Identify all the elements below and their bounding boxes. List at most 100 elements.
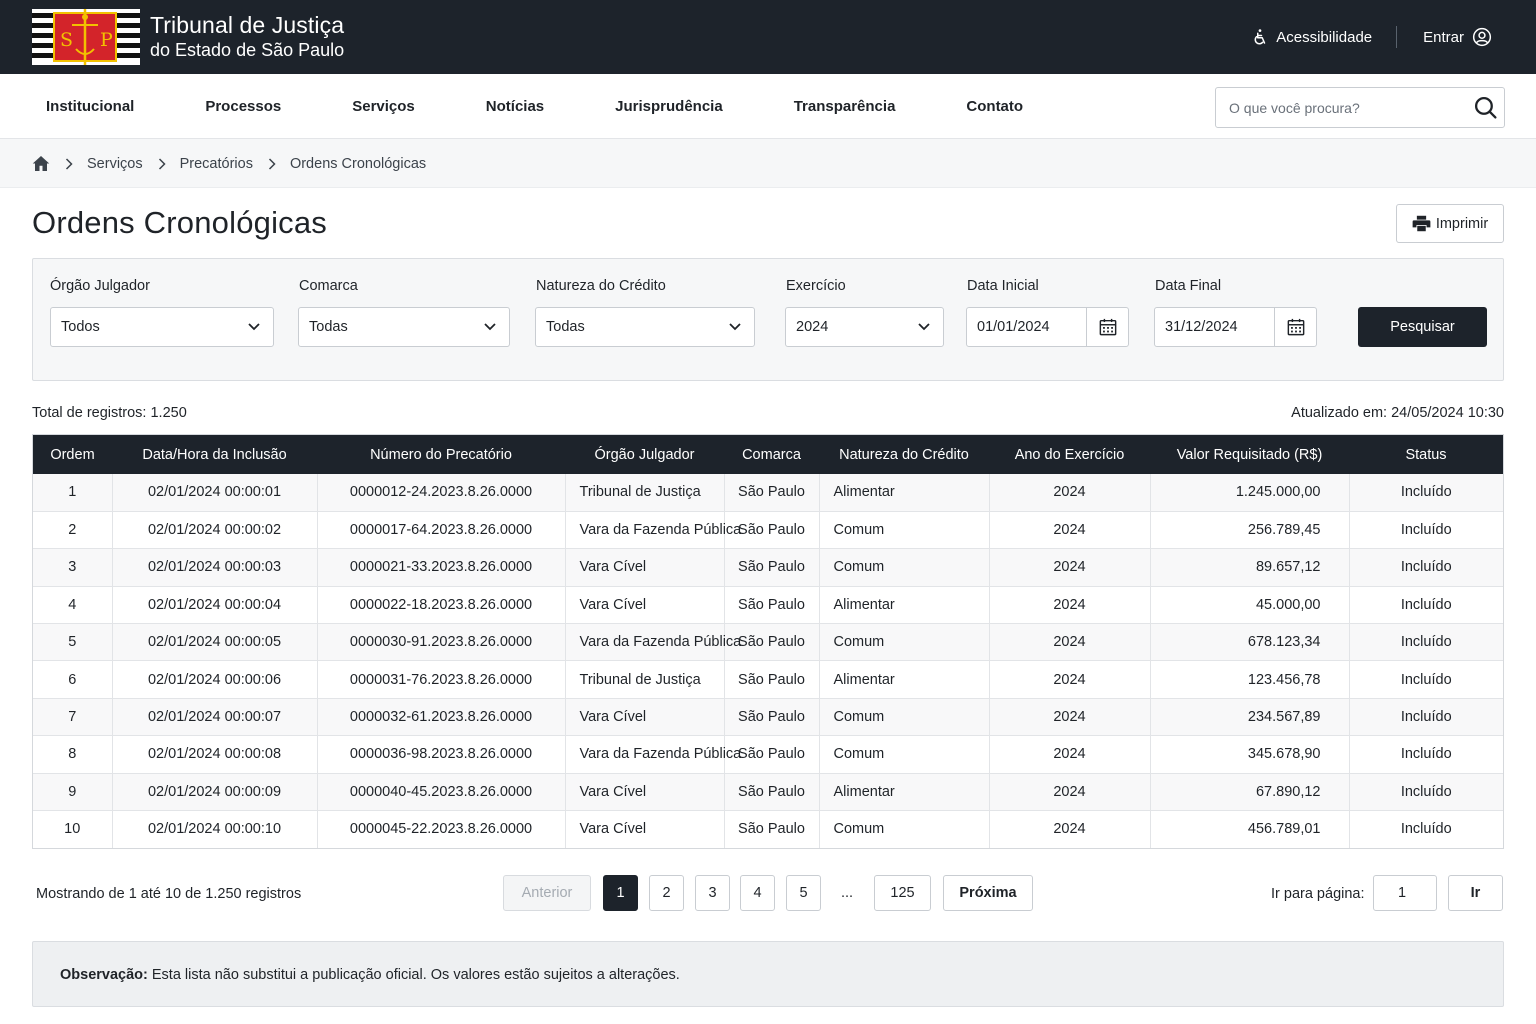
cell-natureza: Comum bbox=[819, 548, 990, 587]
orgao-value: Todos bbox=[61, 319, 100, 335]
cell-numero-precatorio: 0000021-33.2023.8.26.0000 bbox=[317, 548, 566, 587]
cell-data-hora: 02/01/2024 00:00:01 bbox=[112, 474, 318, 512]
cell-status: Incluído bbox=[1349, 660, 1503, 699]
main-nav: Institucional Processos Serviços Notícia… bbox=[0, 74, 1536, 139]
breadcrumb-home[interactable] bbox=[32, 155, 50, 172]
cell-data-hora: 02/01/2024 00:00:06 bbox=[112, 660, 318, 699]
cell-status: Incluído bbox=[1349, 735, 1503, 774]
cell-natureza: Comum bbox=[819, 510, 990, 549]
cell-ano: 2024 bbox=[989, 660, 1151, 699]
column-header[interactable]: Comarca bbox=[724, 435, 819, 474]
data-final-input[interactable] bbox=[1155, 308, 1275, 346]
column-header[interactable]: Órgão Julgador bbox=[565, 435, 724, 474]
page-button-1[interactable]: 1 bbox=[603, 875, 638, 911]
column-header[interactable]: Número do Precatório bbox=[317, 435, 565, 474]
cell-valor: 89.657,12 bbox=[1150, 548, 1350, 587]
natureza-select[interactable]: Todas bbox=[535, 307, 755, 347]
cell-orgao: Vara Cível bbox=[565, 772, 725, 811]
breadcrumb-servicos[interactable]: Serviços bbox=[87, 156, 143, 172]
search-button[interactable] bbox=[1473, 95, 1498, 123]
data-inicial-input[interactable] bbox=[967, 308, 1087, 346]
print-label: Imprimir bbox=[1435, 215, 1489, 232]
login-link[interactable]: Entrar bbox=[1423, 27, 1492, 47]
cell-orgao: Vara Cível bbox=[565, 697, 725, 736]
exercicio-select[interactable]: 2024 bbox=[785, 307, 944, 347]
page-button-last[interactable]: 125 bbox=[874, 875, 931, 911]
cell-valor: 67.890,12 bbox=[1150, 772, 1350, 811]
column-header[interactable]: Natureza do Crédito bbox=[819, 435, 989, 474]
cell-comarca: São Paulo bbox=[724, 697, 820, 736]
data-inicial-label: Data Inicial bbox=[967, 278, 1039, 294]
column-header[interactable]: Data/Hora da Inclusão bbox=[112, 435, 317, 474]
nav-item-servicos[interactable]: Serviços bbox=[352, 98, 415, 115]
cell-orgao: Vara da Fazenda Pública bbox=[565, 735, 741, 774]
cell-status: Incluído bbox=[1349, 623, 1503, 661]
cell-data-hora: 02/01/2024 00:00:02 bbox=[112, 510, 318, 549]
search-input[interactable] bbox=[1216, 88, 1466, 127]
cell-data-hora: 02/01/2024 00:00:03 bbox=[112, 548, 318, 587]
cell-comarca: São Paulo bbox=[724, 510, 820, 549]
page-button-4[interactable]: 4 bbox=[740, 875, 775, 911]
table-row: 8 02/01/2024 00:00:08 0000036-98.2023.8.26… bbox=[33, 735, 1503, 774]
nav-item-transparencia[interactable]: Transparência bbox=[794, 98, 896, 115]
prev-page-button[interactable]: Anterior bbox=[503, 875, 591, 911]
cell-valor: 678.123,34 bbox=[1150, 623, 1350, 661]
nav-item-contato[interactable]: Contato bbox=[966, 98, 1023, 115]
brand[interactable]: S P Tribunal de Justiça do Estado de São… bbox=[32, 9, 344, 65]
cell-numero-precatorio: 0000017-64.2023.8.26.0000 bbox=[317, 510, 566, 549]
cell-data-hora: 02/01/2024 00:00:10 bbox=[112, 810, 318, 848]
column-header[interactable]: Ordem bbox=[33, 435, 112, 474]
cell-valor: 234.567,89 bbox=[1150, 697, 1350, 736]
cell-comarca: São Paulo bbox=[724, 660, 820, 699]
data-final-calendar-button[interactable] bbox=[1274, 308, 1316, 346]
note-box: Observação: Esta lista não substitui a p… bbox=[32, 941, 1504, 1007]
cell-ano: 2024 bbox=[989, 474, 1151, 512]
goto-page-input[interactable] bbox=[1373, 875, 1437, 911]
chevron-down-icon bbox=[729, 323, 741, 331]
site-subtitle: do Estado de São Paulo bbox=[150, 40, 345, 61]
table-row: 6 02/01/2024 00:00:06 0000031-76.2023.8.26… bbox=[33, 660, 1503, 699]
pesquisar-button[interactable]: Pesquisar bbox=[1358, 307, 1487, 347]
cell-numero-precatorio: 0000031-76.2023.8.26.0000 bbox=[317, 660, 566, 699]
natureza-value: Todas bbox=[546, 319, 585, 335]
column-header[interactable]: Ano do Exercício bbox=[989, 435, 1150, 474]
nav-item-jurisprudencia[interactable]: Jurisprudência bbox=[615, 98, 723, 115]
column-header[interactable]: Status bbox=[1349, 435, 1503, 474]
nav-item-institucional[interactable]: Institucional bbox=[46, 98, 134, 115]
page-button-5[interactable]: 5 bbox=[786, 875, 821, 911]
cell-ano: 2024 bbox=[989, 735, 1151, 774]
nav-item-noticias[interactable]: Notícias bbox=[486, 98, 544, 115]
chevron-right-icon bbox=[65, 157, 73, 170]
orgao-select[interactable]: Todos bbox=[50, 307, 274, 347]
cell-orgao: Vara Cível bbox=[565, 810, 725, 848]
table-body: 1 02/01/2024 00:00:01 0000012-24.2023.8.26… bbox=[33, 474, 1503, 848]
nav-item-processos[interactable]: Processos bbox=[205, 98, 281, 115]
page-button-3[interactable]: 3 bbox=[695, 875, 730, 911]
cell-data-hora: 02/01/2024 00:00:05 bbox=[112, 623, 318, 661]
accessibility-link[interactable]: Acessibilidade bbox=[1251, 28, 1372, 46]
comarca-select[interactable]: Todas bbox=[298, 307, 510, 347]
cell-valor: 345.678,90 bbox=[1150, 735, 1350, 774]
total-records: Total de registros: 1.250 bbox=[32, 405, 187, 421]
header-divider bbox=[1396, 26, 1398, 48]
goto-page-button[interactable]: Ir bbox=[1448, 875, 1503, 911]
table-row: 7 02/01/2024 00:00:07 0000032-61.2023.8.26… bbox=[33, 697, 1503, 736]
breadcrumb-precatorios[interactable]: Precatórios bbox=[180, 156, 253, 172]
note-label: Observação: bbox=[60, 967, 148, 983]
cell-status: Incluído bbox=[1349, 772, 1503, 811]
cell-natureza: Alimentar bbox=[819, 772, 990, 811]
cell-natureza: Comum bbox=[819, 810, 990, 848]
page-button-2[interactable]: 2 bbox=[649, 875, 684, 911]
cell-comarca: São Paulo bbox=[724, 474, 820, 512]
cell-numero-precatorio: 0000045-22.2023.8.26.0000 bbox=[317, 810, 566, 848]
cell-ano: 2024 bbox=[989, 585, 1151, 624]
column-header[interactable]: Valor Requisitado (R$) bbox=[1150, 435, 1349, 474]
cell-comarca: São Paulo bbox=[724, 623, 820, 661]
print-button[interactable]: Imprimir bbox=[1396, 204, 1504, 243]
next-page-button[interactable]: Próxima bbox=[943, 875, 1033, 911]
cell-numero-precatorio: 0000032-61.2023.8.26.0000 bbox=[317, 697, 566, 736]
cell-ano: 2024 bbox=[989, 623, 1151, 661]
chevron-right-icon bbox=[268, 157, 276, 170]
cell-data-hora: 02/01/2024 00:00:09 bbox=[112, 772, 318, 811]
data-inicial-calendar-button[interactable] bbox=[1086, 308, 1128, 346]
